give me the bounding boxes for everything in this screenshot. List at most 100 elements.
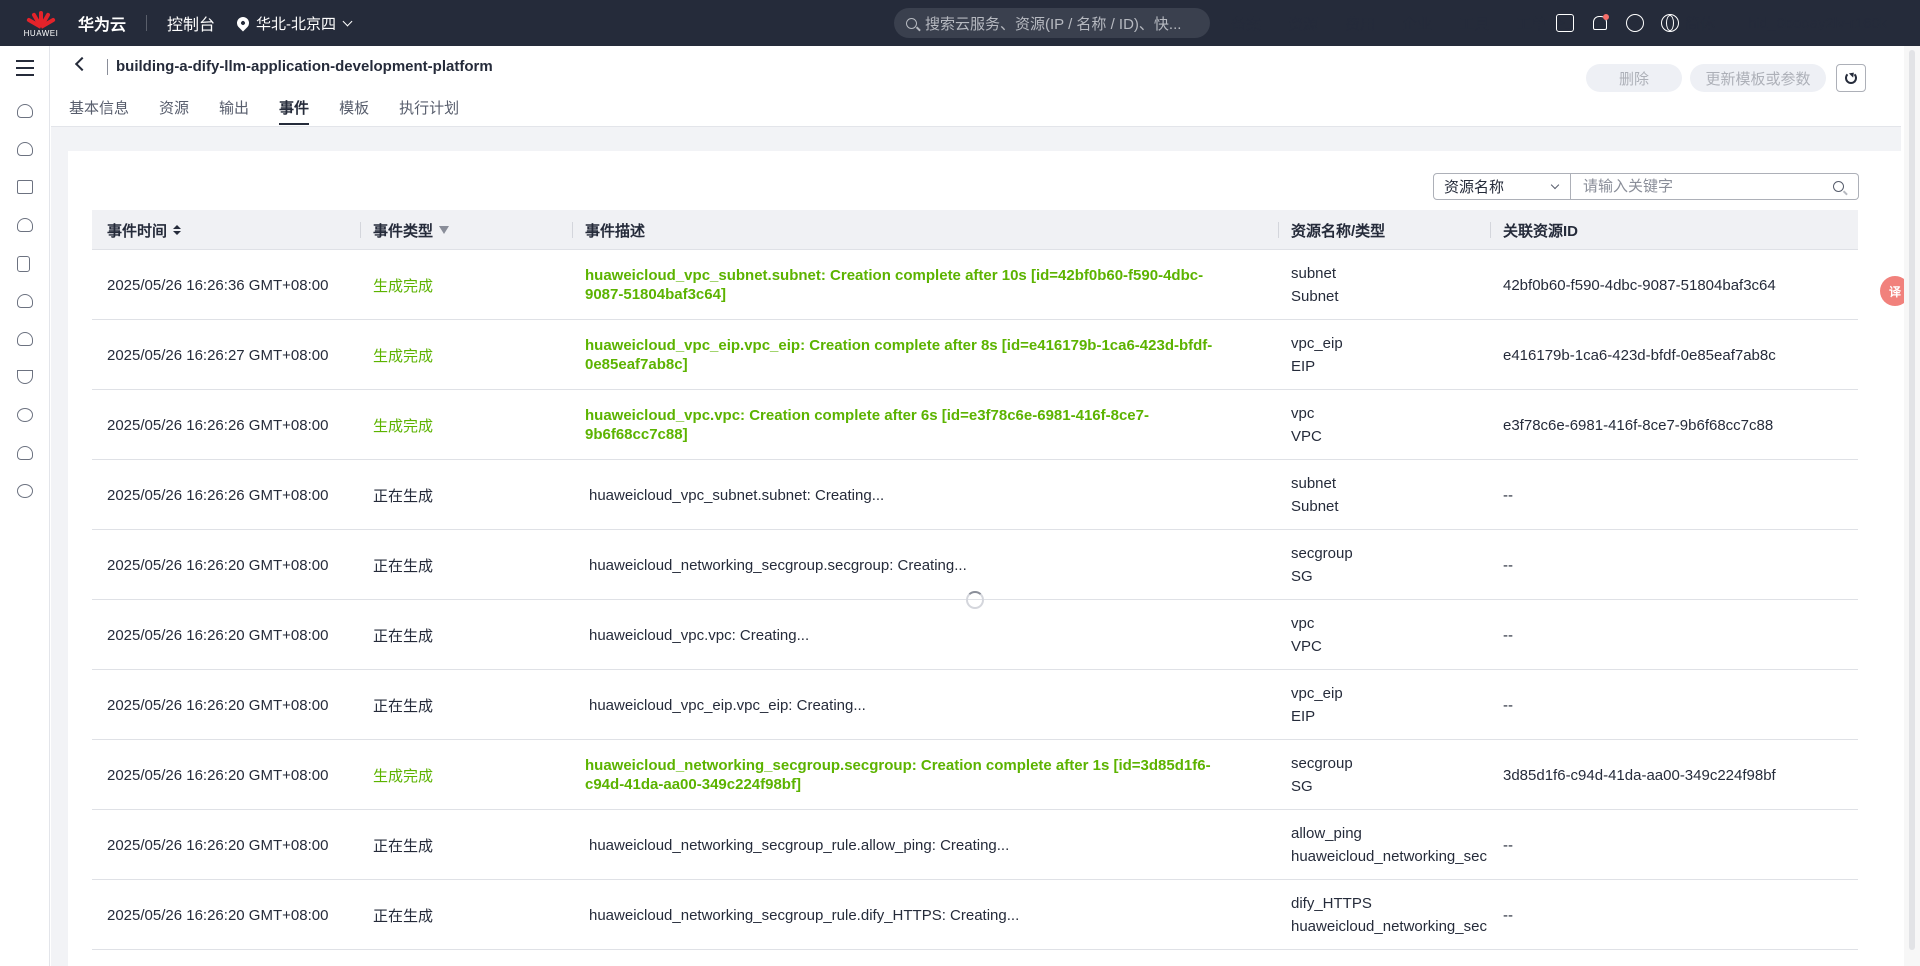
filter-field-select[interactable]: 资源名称 <box>1433 173 1571 200</box>
resource-type: EIP <box>1291 708 1316 725</box>
resource-name-type: vpc_eip EIP <box>1291 670 1489 740</box>
keyword-search-input[interactable] <box>1571 173 1859 200</box>
refresh-button[interactable] <box>1836 64 1866 92</box>
cloud-service-icon[interactable] <box>17 104 33 118</box>
topbar-link-billing[interactable]: 费用 <box>1345 13 1375 34</box>
column-separator <box>1278 222 1279 238</box>
topbar-link-enterprise[interactable]: 企业 <box>1402 13 1432 34</box>
resource-name: vpc_eip <box>1291 685 1343 702</box>
event-description: huaweicloud_vpc.vpc: Creating... <box>589 626 810 644</box>
related-resource-id: e416179b-1ca6-423d-bfdf-0e85eaf7ab8c <box>1503 346 1776 364</box>
column-header-label: 事件时间 <box>107 222 168 240</box>
resource-name-type: allow_ping huaweicloud_networking_sec <box>1291 810 1489 880</box>
event-description: huaweicloud_vpc_subnet.subnet: Creating.… <box>589 486 885 504</box>
delete-button[interactable]: 删除 <box>1586 64 1682 92</box>
related-resource-id: 42bf0b60-f590-4dbc-9087-51804baf3c64 <box>1503 276 1776 294</box>
hamburger-menu-icon[interactable] <box>16 60 34 81</box>
globe-icon[interactable] <box>1661 14 1679 32</box>
document-icon[interactable] <box>17 256 30 272</box>
region-label: 华北-北京四 <box>256 15 337 33</box>
cluster-icon[interactable] <box>17 446 33 460</box>
anchor-icon[interactable] <box>17 370 33 384</box>
resource-type: Subnet <box>1291 498 1339 515</box>
global-search-input[interactable]: 搜索云服务、资源(IP / 名称 / ID)、快... <box>894 8 1210 38</box>
column-event-time[interactable]: 事件时间 <box>107 210 182 250</box>
chevron-down-icon <box>342 16 353 26</box>
resource-name-type: secgroup SG <box>1291 740 1489 810</box>
sort-icon[interactable] <box>173 225 182 235</box>
related-resource-id: -- <box>1503 696 1513 714</box>
topbar-link-tools[interactable]: 工具 <box>1459 13 1489 34</box>
event-time: 2025/05/26 16:26:26 GMT+08:00 <box>107 486 329 504</box>
event-description: huaweicloud_vpc.vpc: Creation complete a… <box>585 407 1149 443</box>
column-separator <box>360 222 361 238</box>
event-time: 2025/05/26 16:26:26 GMT+08:00 <box>107 416 329 434</box>
table-row: 2025/05/26 16:26:26 GMT+08:00 生成完成 huaweic… <box>92 390 1858 460</box>
mountains-icon[interactable] <box>17 180 33 194</box>
table-row: 2025/05/26 16:26:20 GMT+08:00 正在生成 huaweic… <box>92 530 1858 600</box>
tab-events[interactable]: 事件 <box>279 97 310 125</box>
topbar-link-filing[interactable]: 备案 <box>1231 13 1261 34</box>
resource-type: VPC <box>1291 428 1322 445</box>
bell-icon[interactable] <box>1591 14 1609 32</box>
event-type: 生成完成 <box>373 417 434 435</box>
global-search-placeholder: 搜索云服务、资源(IP / 名称 / ID)、快... <box>925 15 1182 33</box>
search-icon[interactable] <box>1833 181 1844 192</box>
back-arrow-icon[interactable] <box>74 56 90 72</box>
cloud-upload-icon[interactable] <box>17 218 33 232</box>
event-time: 2025/05/26 16:26:20 GMT+08:00 <box>107 766 329 784</box>
table-row: 2025/05/26 16:26:20 GMT+08:00 正在生成 huaweic… <box>92 880 1858 950</box>
event-time: 2025/05/26 16:26:20 GMT+08:00 <box>107 836 329 854</box>
event-type: 正在生成 <box>373 907 434 925</box>
tab-execution-plan[interactable]: 执行计划 <box>399 97 459 125</box>
resource-name-type: secgroup SG <box>1291 530 1489 600</box>
event-time: 2025/05/26 16:26:20 GMT+08:00 <box>107 906 329 924</box>
tab-basic-info[interactable]: 基本信息 <box>69 97 129 125</box>
service-sidebar <box>0 46 50 966</box>
cloud-database-icon[interactable] <box>17 332 33 346</box>
resource-name-type: vpc VPC <box>1291 390 1489 460</box>
message-icon[interactable] <box>17 408 33 422</box>
resource-type: SG <box>1291 778 1313 795</box>
update-template-button[interactable]: 更新模板或参数 <box>1690 64 1826 92</box>
resource-name: subnet <box>1291 475 1337 492</box>
help-icon[interactable]: ? <box>1626 14 1644 32</box>
resource-type: EIP <box>1291 358 1316 375</box>
resource-name-type: vpc VPC <box>1291 600 1489 670</box>
event-time: 2025/05/26 16:26:36 GMT+08:00 <box>107 276 329 294</box>
topbar-divider <box>146 15 148 31</box>
location-pin-icon <box>234 14 252 32</box>
cloud-icon[interactable] <box>17 294 33 308</box>
events-table-header: 事件时间 事件类型 事件描述 资源名称/类型 关联资源ID <box>92 210 1858 250</box>
huawei-logo[interactable]: HUAWEI <box>12 0 70 46</box>
resource-name-type: dify_HTTPS huaweicloud_networking_sec <box>1291 880 1489 950</box>
language-selector[interactable]: 简体 <box>1685 13 1715 34</box>
table-row: 2025/05/26 16:26:20 GMT+08:00 正在生成 huaweic… <box>92 600 1858 670</box>
region-selector[interactable]: 华北-北京四 <box>234 13 353 34</box>
user-account-menu[interactable]: hid_0booay2lv-r160k <box>1748 15 1887 32</box>
resource-name-type: subnet Subnet <box>1291 250 1489 320</box>
topbar-links: 备案 资源 费用 企业 工具 工单 <box>1231 0 1573 46</box>
brand-name[interactable]: 华为云 <box>78 11 126 35</box>
cloud-storage-icon[interactable] <box>17 142 33 156</box>
page-title: building-a-dify-llm-application-developm… <box>116 58 493 75</box>
event-description: huaweicloud_vpc_eip.vpc_eip: Creation co… <box>585 337 1213 373</box>
scrollbar-thumb[interactable] <box>1909 50 1915 950</box>
topbar-link-tickets[interactable]: 工单 <box>1516 13 1546 34</box>
tab-resources[interactable]: 资源 <box>159 97 189 125</box>
resource-name: vpc <box>1291 615 1315 632</box>
filter-funnel-icon[interactable] <box>439 226 450 234</box>
tab-outputs[interactable]: 输出 <box>219 97 249 125</box>
topbar-link-resources[interactable]: 资源 <box>1288 13 1318 34</box>
terminal-icon[interactable]: >_ <box>1556 14 1574 32</box>
loading-spinner-icon <box>966 591 984 609</box>
tab-template[interactable]: 模板 <box>339 97 369 125</box>
console-link[interactable]: 控制台 <box>167 11 215 35</box>
resource-name: vpc <box>1291 405 1315 422</box>
table-row: 2025/05/26 16:26:26 GMT+08:00 正在生成 huaweic… <box>92 460 1858 530</box>
event-description: huaweicloud_vpc_subnet.subnet: Creation … <box>585 267 1204 303</box>
event-type: 生成完成 <box>373 767 434 785</box>
resource-name: vpc_eip <box>1291 335 1343 352</box>
globe-network-icon[interactable] <box>17 484 33 498</box>
event-description: huaweicloud_networking_secgroup_rule.all… <box>589 836 1010 854</box>
